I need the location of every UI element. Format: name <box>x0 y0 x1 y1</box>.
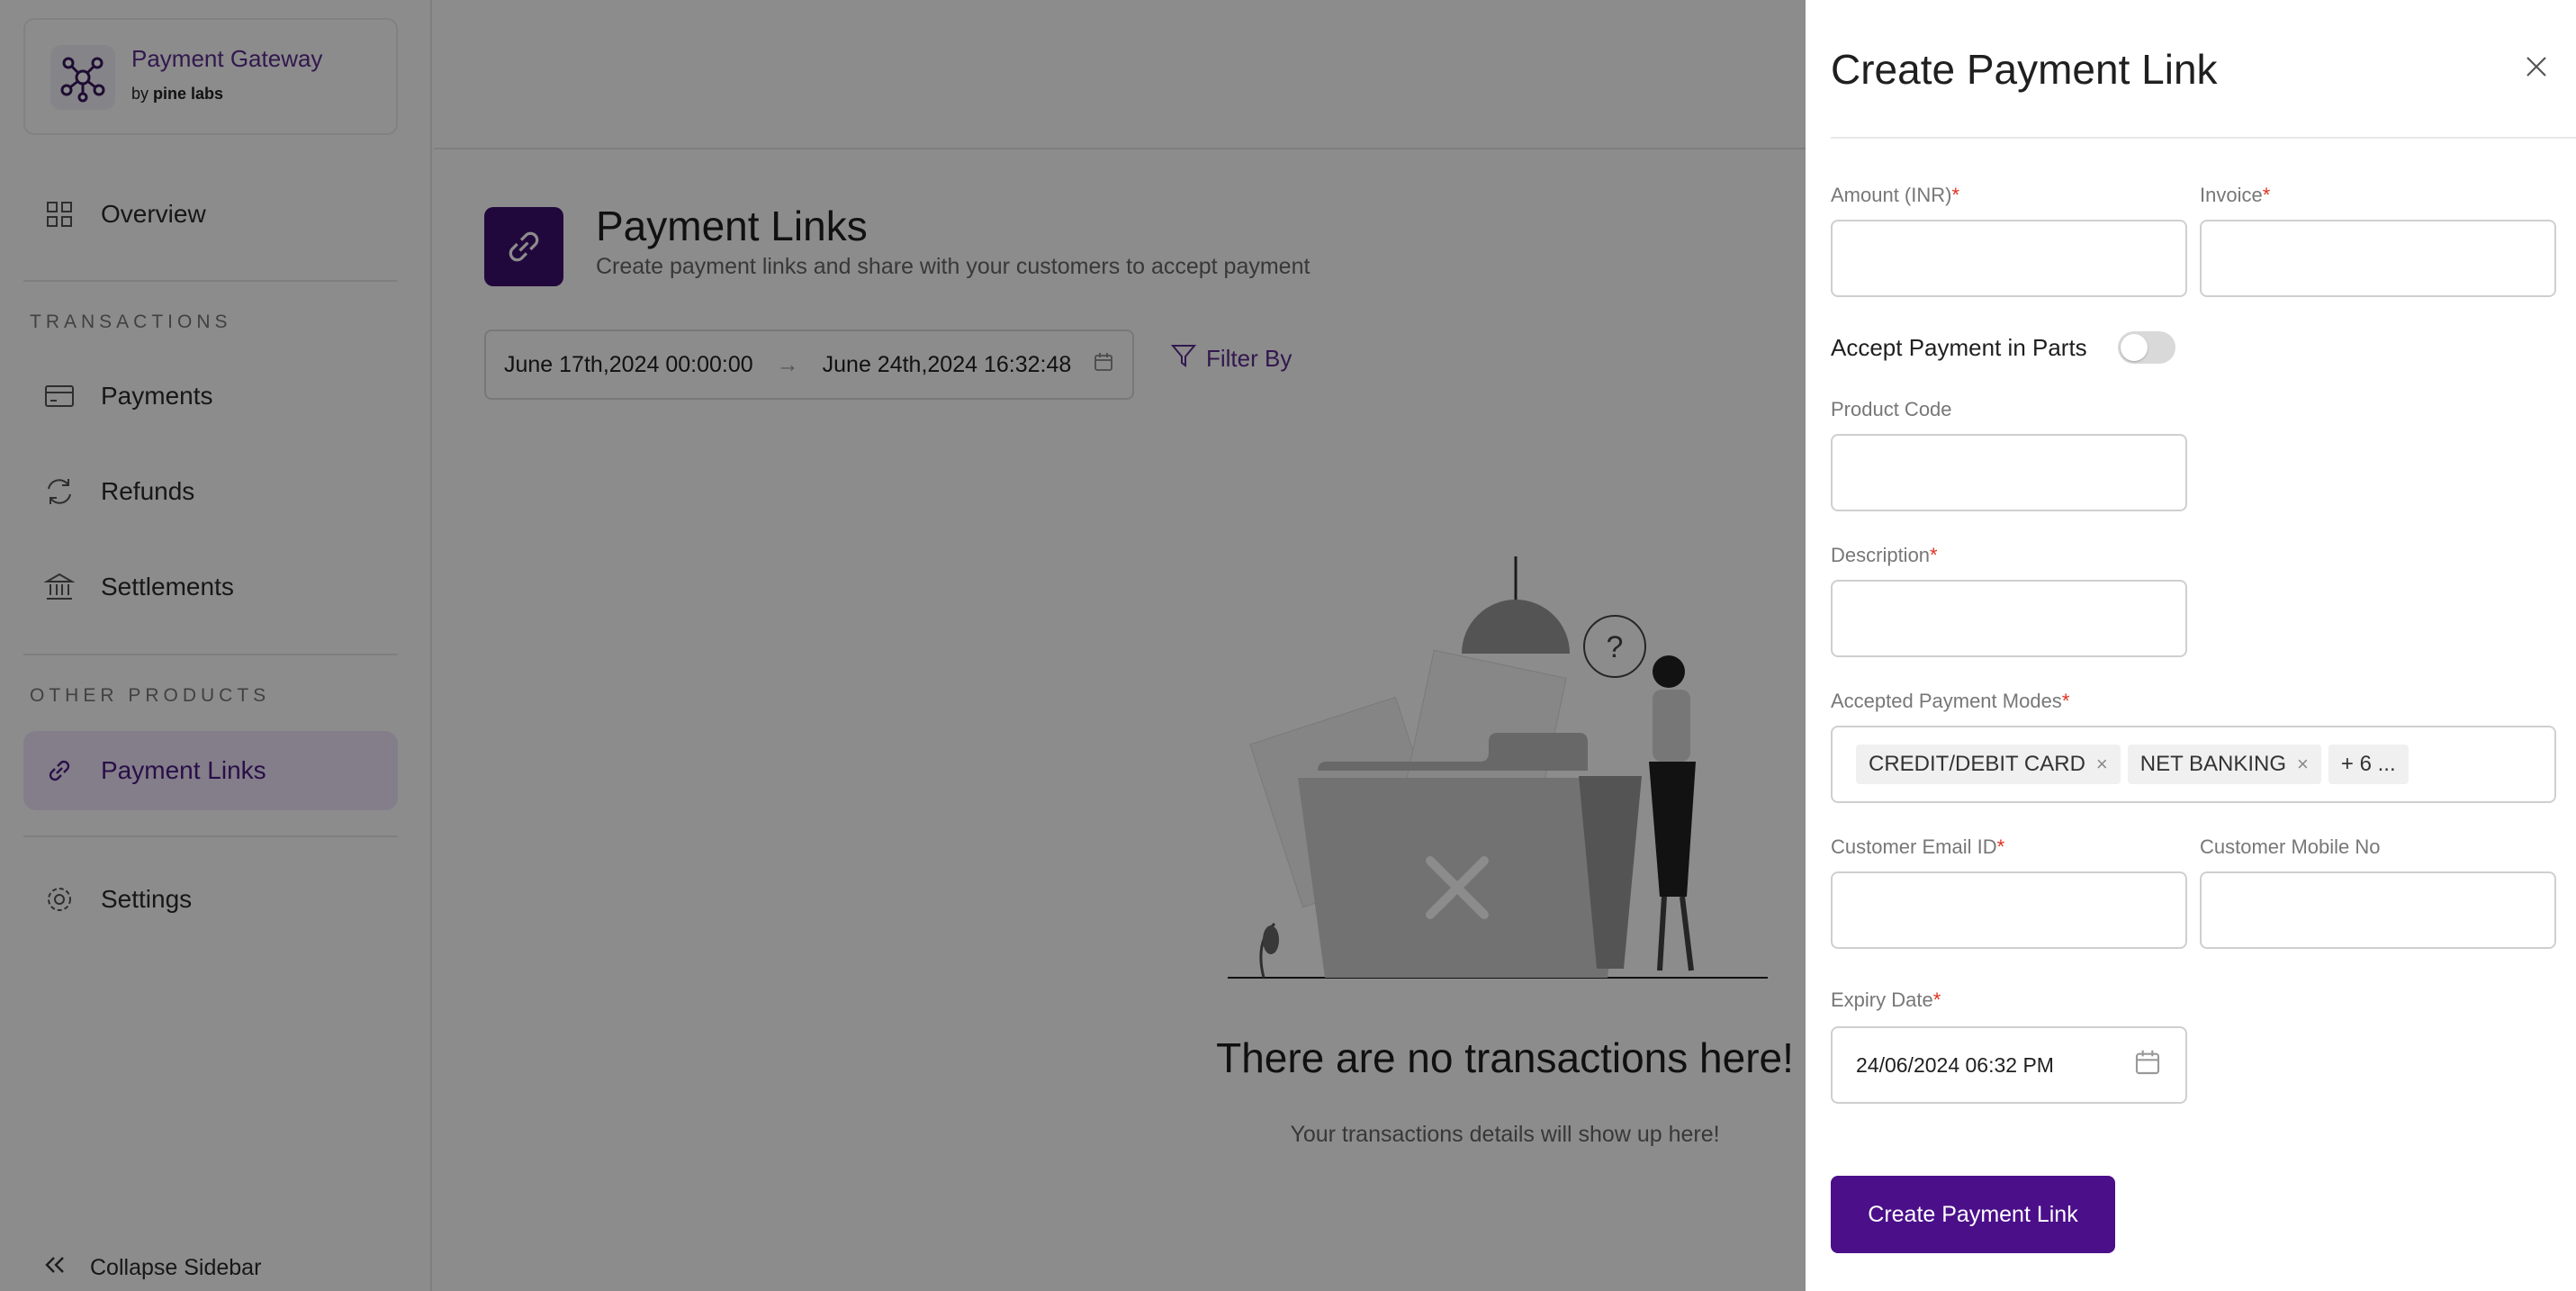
mobile-label-text: Customer Mobile No <box>2200 835 2381 858</box>
tag-remove-icon[interactable]: × <box>2297 753 2309 776</box>
amount-label: Amount (INR)* <box>1831 184 1959 207</box>
close-icon[interactable] <box>2522 52 2551 81</box>
required-mark: * <box>1951 184 1960 206</box>
payment-mode-tag-label: NET BANKING <box>2139 752 2287 776</box>
invoice-input[interactable] <box>2200 220 2556 297</box>
expiry-date-picker[interactable]: 24/06/2024 06:32 PM <box>1831 1026 2187 1104</box>
product-code-label-text: Product Code <box>1831 398 1952 420</box>
drawer-title: Create Payment Link <box>1831 46 2218 93</box>
description-label-text: Description <box>1831 544 1931 566</box>
amount-label-text: Amount (INR) <box>1831 184 1952 206</box>
payment-mode-tag-label: CREDIT/DEBIT CARD <box>1869 752 2085 776</box>
invoice-label: Invoice* <box>2200 184 2270 207</box>
amount-input[interactable] <box>1831 220 2187 297</box>
payment-mode-tag: NET BANKING × <box>2127 745 2321 784</box>
invoice-label-text: Invoice <box>2200 184 2263 206</box>
payment-modes-more[interactable]: + 6 ... <box>2328 745 2409 784</box>
accept-parts-toggle[interactable] <box>2117 331 2175 364</box>
payment-mode-tag: CREDIT/DEBIT CARD × <box>1856 745 2121 784</box>
required-mark: * <box>2262 184 2271 206</box>
drawer-divider <box>1831 137 2576 139</box>
product-code-label: Product Code <box>1831 398 1952 421</box>
payment-modes-select[interactable]: CREDIT/DEBIT CARD × NET BANKING × + 6 ... <box>1831 726 2556 803</box>
app: Payment Gateway by pine labs Overview TR… <box>0 0 2576 1291</box>
accept-parts-row: Accept Payment in Parts <box>1831 331 2175 364</box>
required-mark: * <box>2061 690 2070 712</box>
description-label: Description* <box>1831 544 1938 567</box>
required-mark: * <box>1996 835 2005 858</box>
tag-remove-icon[interactable]: × <box>2096 753 2108 776</box>
required-mark: * <box>1930 544 1938 566</box>
accept-parts-label: Accept Payment in Parts <box>1831 333 2087 361</box>
customer-email-input[interactable] <box>1831 871 2187 949</box>
email-label: Customer Email ID* <box>1831 835 2004 859</box>
payment-modes-label-text: Accepted Payment Modes <box>1831 690 2062 712</box>
payment-modes-label: Accepted Payment Modes* <box>1831 690 2069 713</box>
create-payment-link-button[interactable]: Create Payment Link <box>1831 1176 2115 1253</box>
product-code-input[interactable] <box>1831 434 2187 511</box>
expiry-label-text: Expiry Date <box>1831 989 1933 1011</box>
customer-mobile-input[interactable] <box>2200 871 2556 949</box>
calendar-icon[interactable] <box>2133 1048 2162 1082</box>
description-input[interactable] <box>1831 580 2187 657</box>
modal-backdrop[interactable] <box>0 0 1806 1291</box>
email-label-text: Customer Email ID <box>1831 835 1997 858</box>
create-payment-link-drawer: Create Payment Link Amount (INR)* Invoic… <box>1806 0 2576 1291</box>
mobile-label: Customer Mobile No <box>2200 835 2381 859</box>
expiry-date-value: 24/06/2024 06:32 PM <box>1856 1052 2054 1077</box>
required-mark: * <box>1932 989 1941 1011</box>
expiry-label: Expiry Date* <box>1831 989 1941 1012</box>
